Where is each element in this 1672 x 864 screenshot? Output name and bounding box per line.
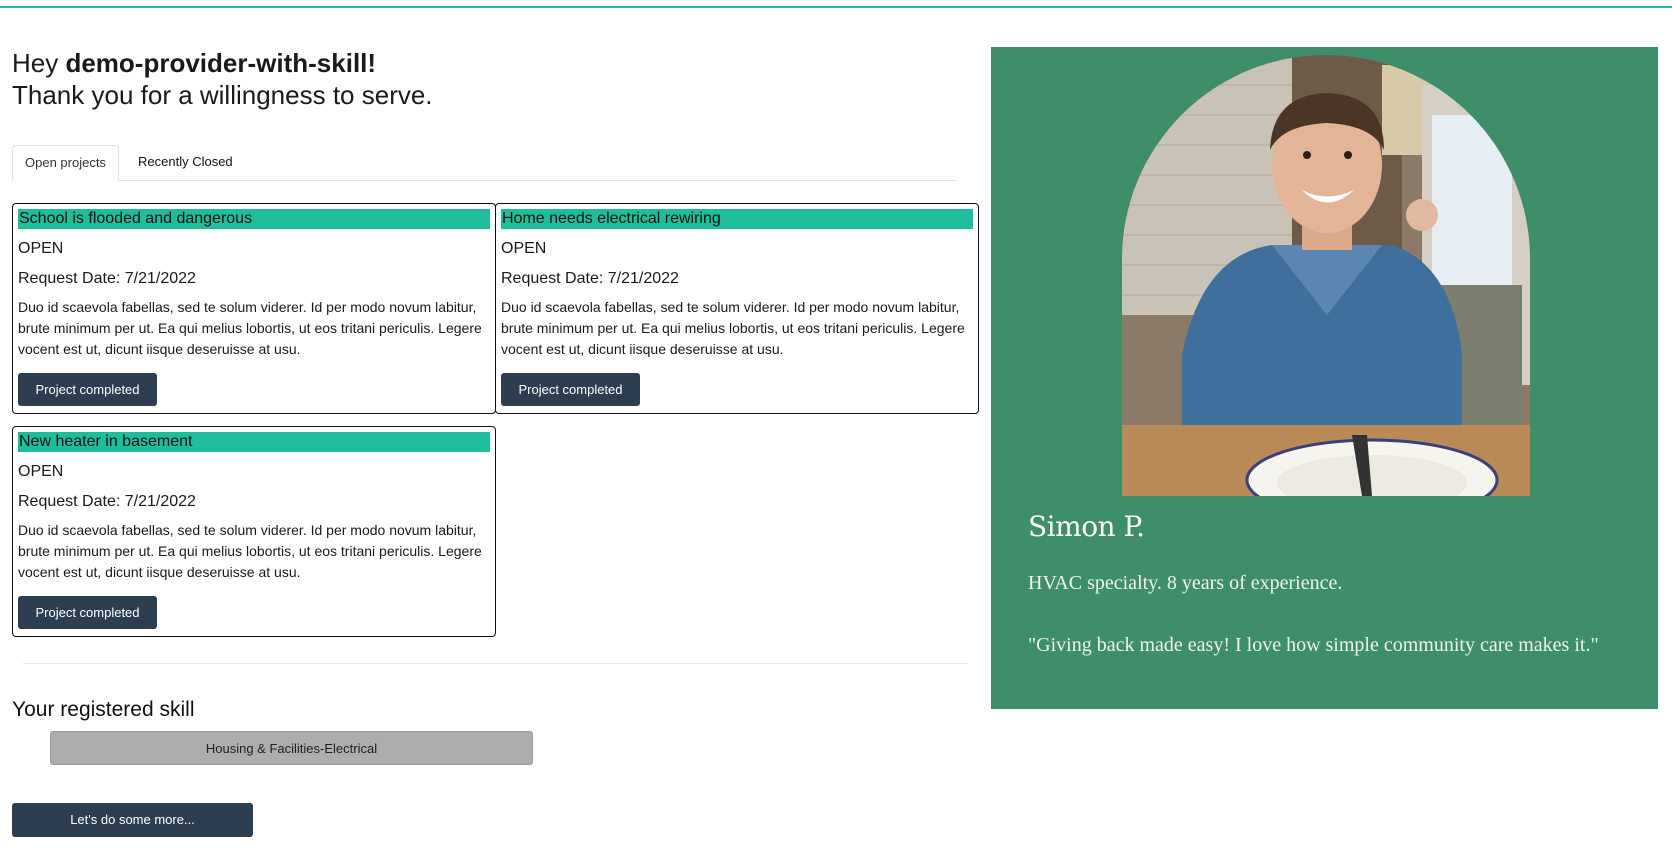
tab-open-projects[interactable]: Open projects — [12, 145, 119, 181]
project-tabs: Open projects Recently Closed — [12, 145, 956, 181]
project-completed-button[interactable]: Project completed — [18, 373, 157, 406]
greeting-username: demo-provider-with-skill! — [65, 48, 377, 78]
top-accent-rule — [0, 6, 1672, 8]
profile-photo-illustration — [1122, 55, 1530, 496]
project-description: Duo id scaevola fabellas, sed te solum v… — [18, 299, 482, 357]
skill-badge: Housing & Facilities-Electrical — [50, 731, 533, 765]
provider-name: Simon P. — [1028, 510, 1145, 543]
do-more-button[interactable]: Let's do some more... — [12, 803, 253, 837]
project-card: New heater in basement OPEN Request Date… — [12, 426, 496, 637]
project-status: OPEN — [18, 463, 64, 480]
project-description: Duo id scaevola fabellas, sed te solum v… — [18, 522, 482, 580]
project-status: OPEN — [18, 240, 64, 257]
profile-photo — [1122, 55, 1530, 496]
project-title: New heater in basement — [18, 432, 490, 452]
project-description: Duo id scaevola fabellas, sed te solum v… — [501, 299, 965, 357]
project-request-date: Request Date: 7/21/2022 — [18, 493, 196, 510]
greeting-line-1: Hey demo-provider-with-skill! — [12, 47, 978, 79]
project-completed-button[interactable]: Project completed — [501, 373, 640, 406]
greeting-prefix: Hey — [12, 48, 66, 78]
project-completed-button[interactable]: Project completed — [18, 596, 157, 629]
project-title: School is flooded and dangerous — [18, 209, 490, 229]
project-card: Home needs electrical rewiring OPEN Requ… — [495, 203, 979, 414]
registered-skill-heading: Your registered skill — [12, 698, 195, 721]
provider-quote: "Giving back made easy! I love how simpl… — [1028, 634, 1599, 656]
project-request-date: Request Date: 7/21/2022 — [501, 270, 679, 287]
greeting-line-2: Thank you for a willingness to serve. — [12, 80, 433, 110]
project-request-date: Request Date: 7/21/2022 — [18, 270, 196, 287]
project-title: Home needs electrical rewiring — [501, 209, 973, 229]
provider-profile-panel: Simon P. HVAC specialty. 8 years of expe… — [991, 47, 1658, 709]
tab-recently-closed[interactable]: Recently Closed — [126, 145, 245, 181]
provider-specialty: HVAC specialty. 8 years of experience. — [1028, 572, 1343, 594]
project-status: OPEN — [501, 240, 547, 257]
greeting-block: Hey demo-provider-with-skill! Thank you … — [12, 47, 978, 111]
project-card: School is flooded and dangerous OPEN Req… — [12, 203, 496, 414]
section-divider — [23, 663, 967, 664]
